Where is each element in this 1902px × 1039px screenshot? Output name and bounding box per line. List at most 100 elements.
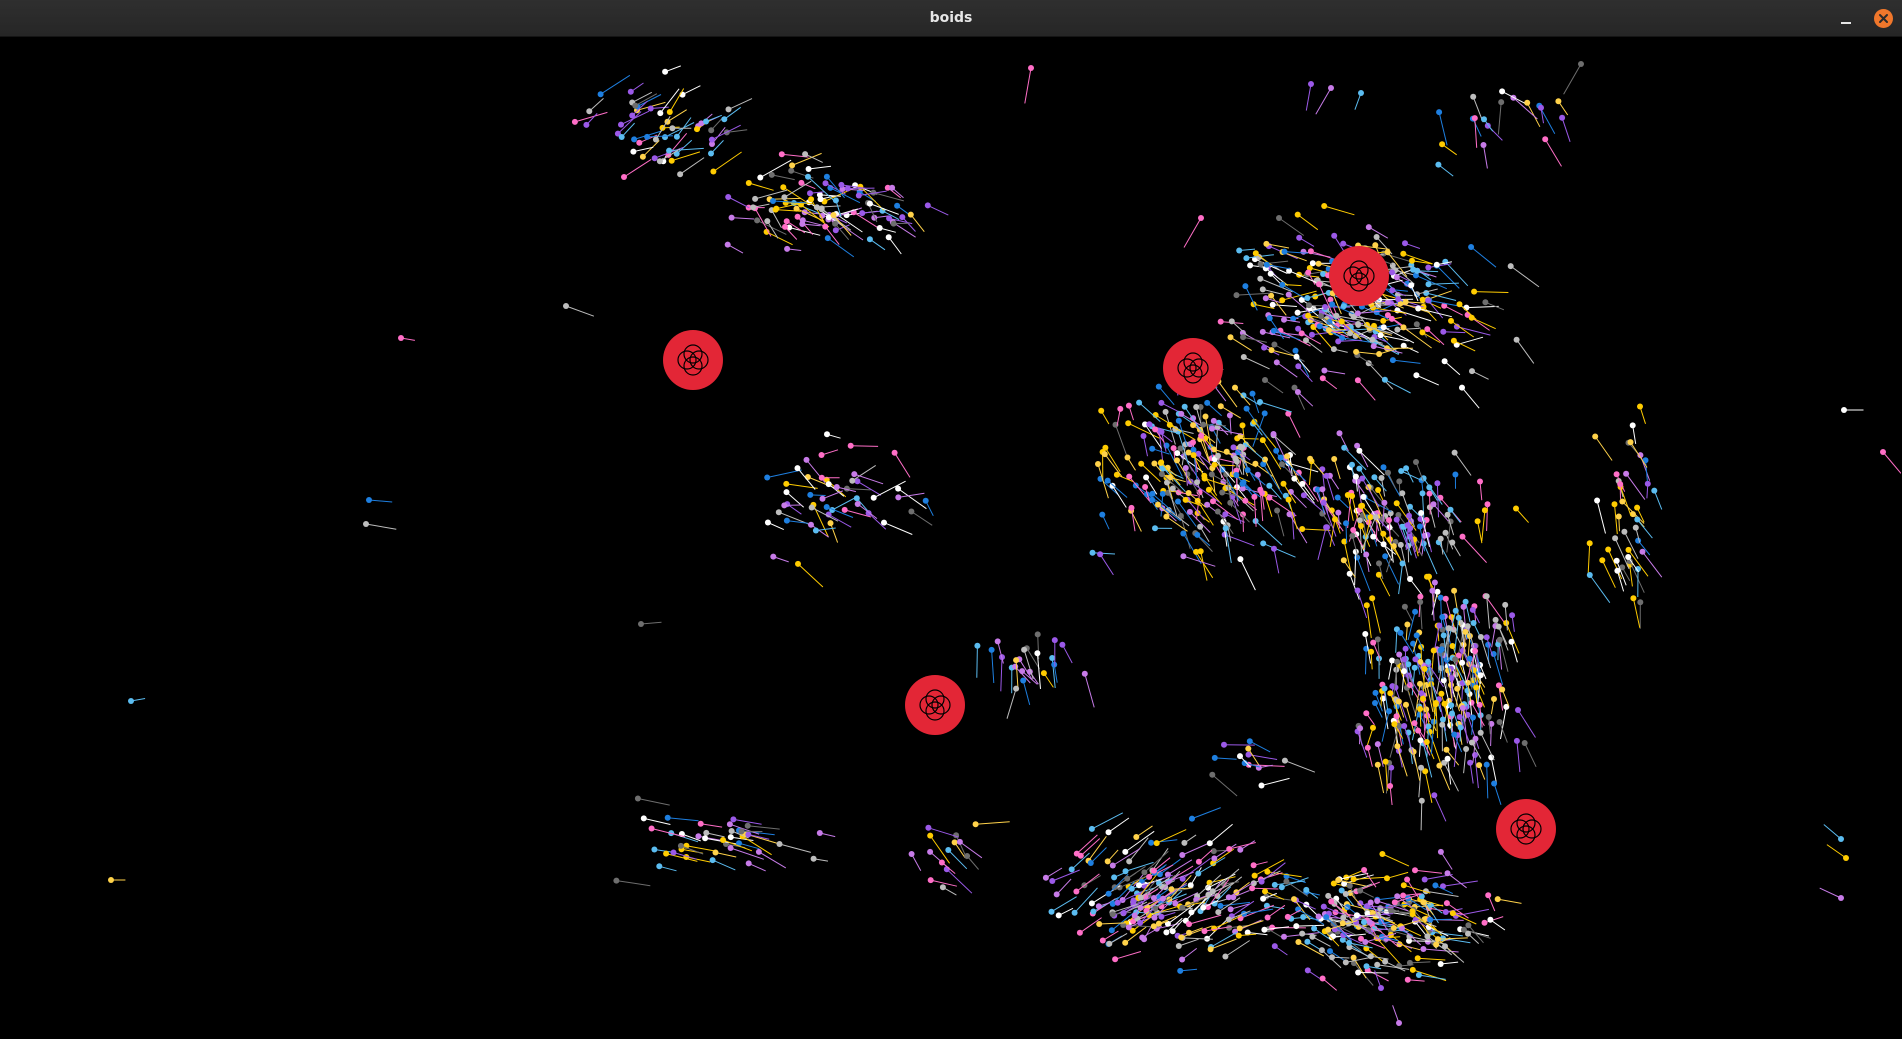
boid-head: [744, 822, 751, 829]
boid-head: [721, 116, 728, 123]
boid-head: [1109, 862, 1116, 869]
boid-head: [1437, 535, 1444, 542]
boid: [1435, 161, 1454, 177]
boid-head: [1843, 855, 1849, 861]
simulation-canvas[interactable]: [1, 38, 1901, 1038]
boid-head: [1367, 899, 1374, 906]
boid-head: [1257, 486, 1264, 493]
boid-head: [1379, 851, 1386, 857]
boid-head: [1469, 368, 1475, 375]
boid: [1471, 288, 1509, 295]
boid-head: [1097, 551, 1104, 558]
boid: [1236, 920, 1264, 932]
boid-head: [1201, 475, 1208, 482]
boid: [1307, 248, 1338, 261]
boid-head: [1407, 576, 1413, 582]
boid: [1240, 354, 1270, 370]
boid-head: [730, 816, 737, 823]
boid-head: [1411, 664, 1418, 671]
boid: [1412, 867, 1443, 874]
boid-head: [1513, 737, 1520, 744]
boid: [776, 841, 811, 853]
boid-head: [1370, 343, 1377, 350]
boid-head: [571, 118, 578, 125]
boid: [1400, 882, 1431, 894]
boid-trail: [1395, 629, 1398, 653]
boid: [1055, 907, 1074, 919]
boid-head: [1122, 939, 1129, 946]
boid-head: [1483, 634, 1490, 641]
boid-head: [1330, 346, 1337, 353]
boid-head: [563, 303, 569, 309]
boid-head: [1150, 923, 1157, 930]
boid-head: [1235, 932, 1242, 939]
boid-head: [1259, 328, 1266, 335]
boid-head: [1217, 318, 1224, 325]
boid-trail: [946, 868, 973, 894]
boid-head: [1217, 403, 1224, 410]
boid: [1453, 323, 1491, 336]
close-button[interactable]: [1874, 9, 1893, 28]
boid-head: [1377, 905, 1384, 912]
boid-head: [1236, 925, 1243, 932]
boid-head: [1421, 666, 1428, 672]
close-icon: [1879, 14, 1888, 23]
boid-trail: [1274, 344, 1305, 362]
boid-head: [870, 494, 877, 501]
boid-head: [1163, 929, 1170, 936]
boid: [1357, 887, 1374, 898]
boid-trail: [1490, 723, 1492, 747]
boid-head: [1389, 287, 1396, 294]
boid: [1413, 459, 1424, 482]
boid-head: [972, 821, 979, 828]
boid: [1426, 504, 1436, 528]
boid: [1464, 311, 1490, 331]
boid-head: [1325, 327, 1332, 334]
boid-head: [651, 155, 658, 162]
boid: [1259, 490, 1266, 510]
boid-trail: [1445, 598, 1455, 630]
title-bar[interactable]: boids: [0, 0, 1902, 37]
boid-head: [925, 824, 932, 831]
boid-head: [1331, 232, 1338, 239]
boid-trail: [1423, 948, 1459, 953]
boid: [1626, 558, 1645, 593]
boid-trail: [1092, 552, 1116, 555]
minimize-button[interactable]: [1836, 9, 1856, 29]
boid-head: [1208, 471, 1215, 478]
boid: [1281, 757, 1316, 773]
boids-layer: [108, 61, 1901, 1026]
boid-head: [1249, 390, 1256, 397]
boid: [1013, 657, 1020, 687]
boid-head: [819, 495, 826, 502]
boid-head: [1342, 891, 1349, 897]
boid: [1179, 948, 1198, 963]
boid-trail: [1501, 90, 1525, 104]
boid: [1467, 759, 1474, 784]
boid-head: [1465, 922, 1472, 929]
boid-head: [1418, 510, 1425, 516]
boid-head: [1421, 876, 1428, 883]
boid-head: [1195, 858, 1202, 865]
boid-head: [1151, 867, 1157, 874]
boid: [1293, 923, 1325, 930]
boid-head: [838, 181, 845, 188]
boid-head: [876, 225, 883, 231]
boid: [1140, 433, 1148, 457]
boid-head: [1233, 292, 1240, 299]
boid-head: [1237, 753, 1243, 760]
boid-head: [1444, 755, 1451, 762]
boid-head: [808, 504, 815, 511]
boid-head: [1496, 636, 1503, 643]
boid-trail: [894, 452, 911, 478]
boid-head: [1481, 919, 1488, 926]
boid-head: [1459, 533, 1466, 540]
boid-head: [1392, 684, 1399, 691]
boid-trail: [1287, 413, 1301, 438]
boid-head: [1150, 895, 1157, 901]
boid-head: [1373, 234, 1380, 240]
boid-trail: [808, 165, 832, 170]
boid-trail: [767, 469, 802, 478]
boid: [1321, 203, 1355, 216]
boid-head: [1440, 328, 1447, 335]
